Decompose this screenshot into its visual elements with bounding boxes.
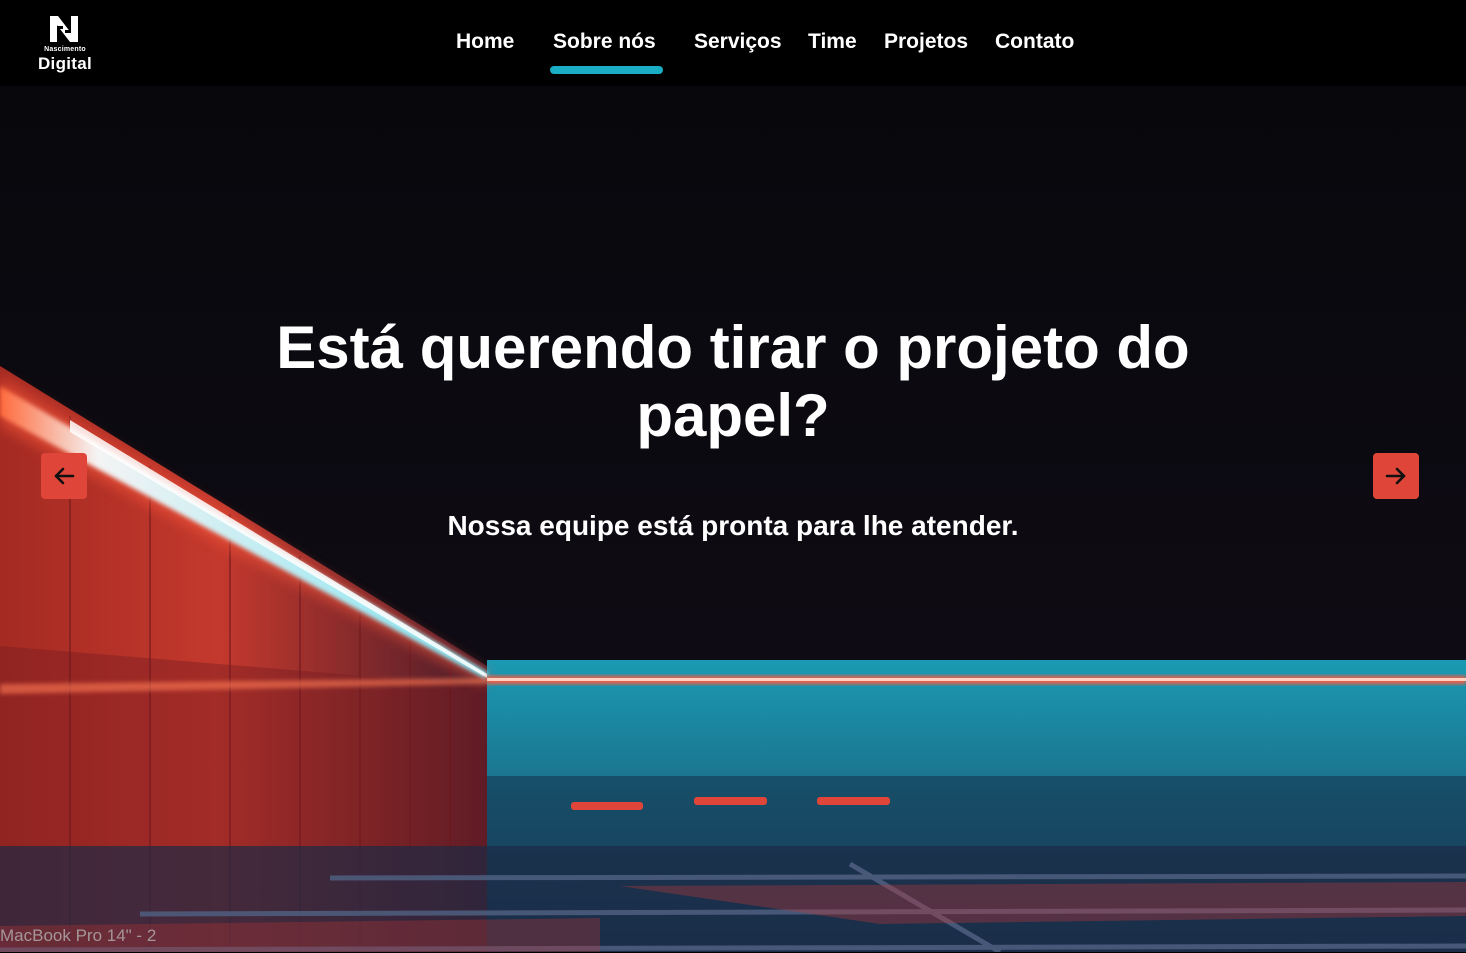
brand-logo[interactable]: Nascimento Digital (30, 14, 100, 76)
arrow-left-icon (54, 467, 75, 485)
navbar: Nascimento Digital Home Sobre nós Serviç… (0, 0, 1466, 86)
brand-name: Digital (37, 54, 93, 73)
brand-name-small: Nascimento (44, 46, 86, 53)
nav-contato[interactable]: Contato (995, 30, 1074, 54)
nav-sobre-nos[interactable]: Sobre nós (553, 30, 656, 54)
carousel-indicator-3[interactable] (817, 797, 890, 805)
frame-caption: MacBook Pro 14" - 2 (0, 926, 157, 945)
carousel-indicator-2[interactable] (694, 797, 767, 805)
nav-time[interactable]: Time (808, 30, 857, 54)
carousel-indicator-1[interactable] (571, 802, 643, 810)
carousel-next-button[interactable] (1373, 453, 1419, 499)
hero-title-line1: Está querendo tirar o projeto do (276, 314, 1190, 381)
hero-subtitle: Nossa equipe está pronta para lhe atende… (447, 510, 1019, 541)
nav-home[interactable]: Home (456, 30, 514, 54)
arrow-right-icon (1385, 467, 1406, 485)
nav-active-indicator (550, 66, 663, 74)
carousel-prev-button[interactable] (41, 453, 87, 499)
nav-projetos[interactable]: Projetos (884, 30, 968, 54)
nav-servicos[interactable]: Serviços (694, 30, 782, 54)
hero-title: Está querendo tirar o projeto do papel? (233, 314, 1233, 450)
hero-carousel: Está querendo tirar o projeto do papel? … (0, 86, 1466, 952)
hero-title-line2: papel? (636, 382, 830, 449)
logo-mark-icon (50, 16, 78, 42)
